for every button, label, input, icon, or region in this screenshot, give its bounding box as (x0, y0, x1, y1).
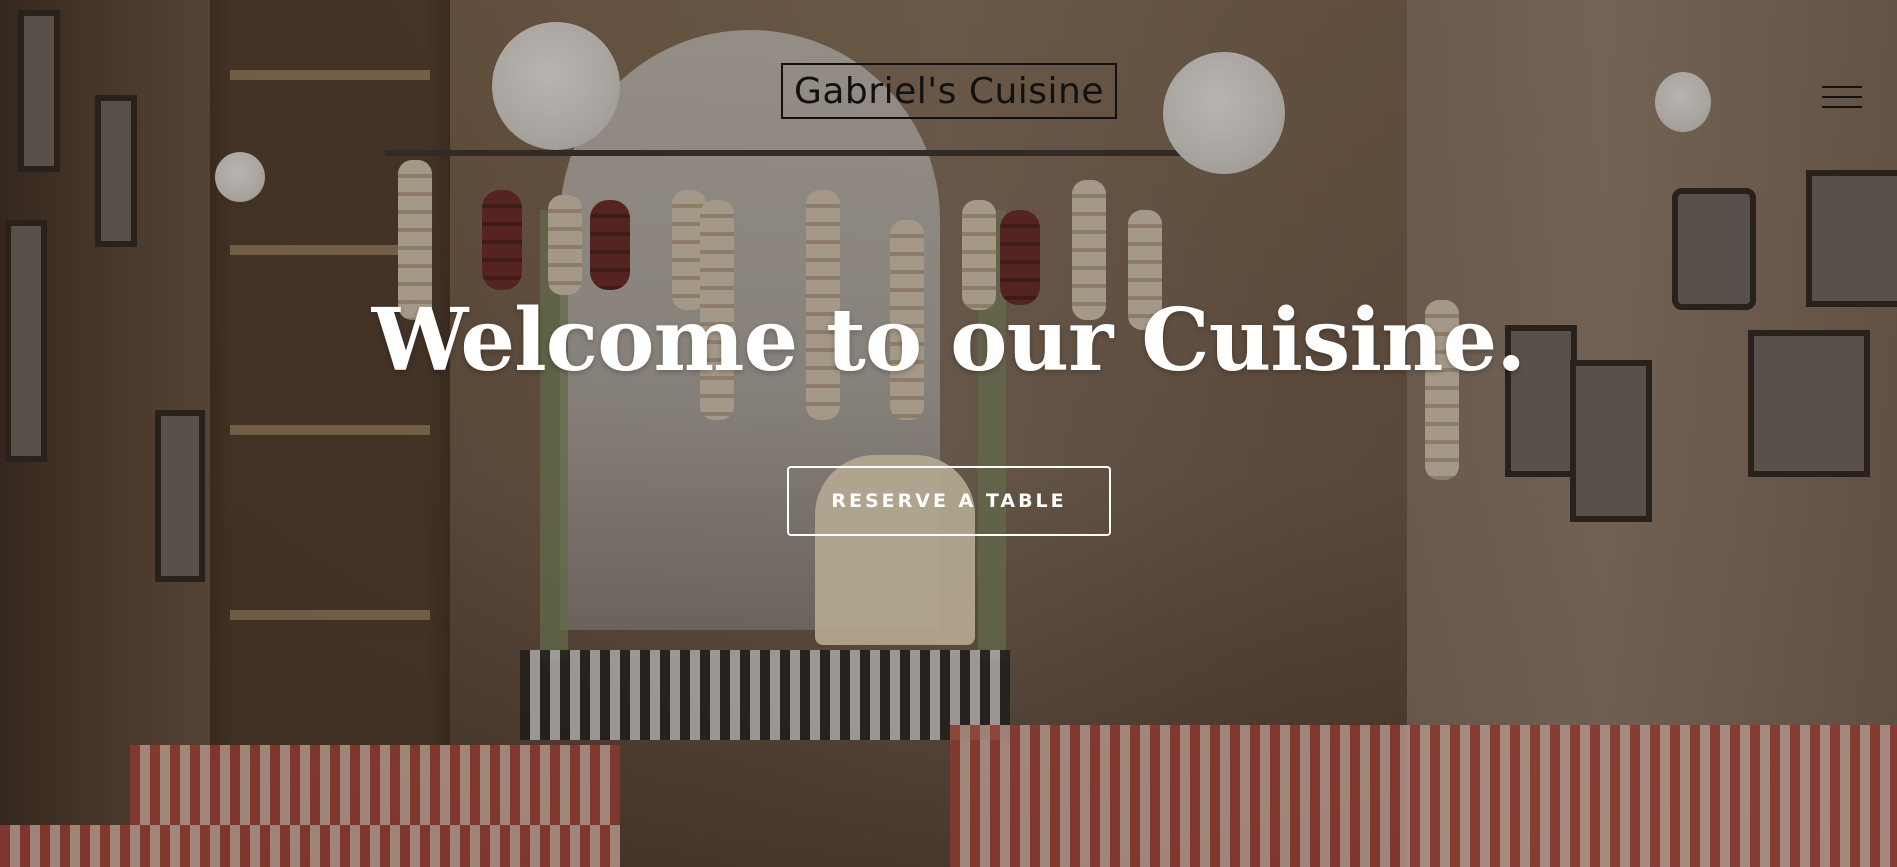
menu-bar-line (1822, 106, 1862, 108)
hero-background-image (0, 0, 1897, 867)
hamburger-menu-icon[interactable] (1822, 86, 1862, 108)
reserve-table-button[interactable]: RESERVE A TABLE (787, 466, 1111, 536)
brand-logo[interactable]: Gabriel's Cuisine (781, 63, 1117, 119)
menu-bar-line (1822, 86, 1862, 88)
hero-dark-overlay (0, 0, 1897, 867)
hero-headline: Welcome to our Cuisine. (371, 290, 1526, 391)
menu-bar-line (1822, 96, 1862, 98)
